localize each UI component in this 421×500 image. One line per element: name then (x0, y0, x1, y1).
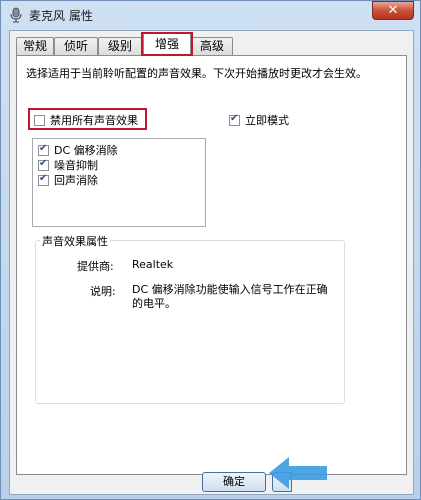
immediate-mode-checkbox[interactable]: 立即模式 (229, 112, 289, 128)
checkbox-icon (34, 115, 45, 126)
pointer-arrow-icon (269, 457, 327, 489)
tab-general[interactable]: 常规 (16, 37, 54, 55)
checked-icon (38, 143, 49, 156)
effect-echo-cancellation[interactable]: 回声消除 (38, 172, 98, 188)
enhancements-panel: 选择适用于当前聆听配置的声音效果。下次开始播放时更改才会生效。 禁用所有声音效果… (16, 55, 407, 475)
close-icon: ✕ (387, 3, 399, 18)
tab-enhancements[interactable]: 增强 (143, 33, 191, 56)
effect-noise-suppression[interactable]: 噪音抑制 (38, 157, 98, 173)
description-text: 选择适用于当前聆听配置的声音效果。下次开始播放时更改才会生效。 (26, 67, 367, 80)
checked-icon (38, 173, 49, 186)
explanation-label: 说明: (90, 285, 116, 298)
effect-dc-offset[interactable]: DC 偏移消除 (38, 142, 118, 158)
tab-listen[interactable]: 侦听 (54, 37, 98, 55)
close-button[interactable]: ✕ (372, 1, 414, 20)
group-title: 声音效果属性 (40, 233, 110, 249)
properties-window: 麦克风 属性 ✕ 常规 侦听 级别 增强 高级 选择适用于当前聆听配置的声音效果… (0, 0, 421, 500)
provider-label: 提供商: (77, 260, 114, 273)
tab-advanced[interactable]: 高级 (191, 37, 233, 55)
checked-icon (38, 158, 49, 171)
effects-list: DC 偏移消除 噪音抑制 回声消除 (32, 138, 206, 227)
tab-levels[interactable]: 级别 (98, 37, 142, 55)
client-area: 常规 侦听 级别 增强 高级 选择适用于当前聆听配置的声音效果。下次开始播放时更… (9, 30, 414, 495)
checked-icon (229, 113, 240, 126)
provider-value: Realtek (132, 258, 174, 271)
immediate-mode-label: 立即模式 (245, 114, 289, 127)
window-title: 麦克风 属性 (29, 9, 93, 23)
ok-button[interactable]: 确定 (202, 472, 266, 492)
microphone-icon (10, 7, 22, 23)
effect-properties-group: 声音效果属性 提供商: Realtek 说明: DC 偏移消除功能使输入信号工作… (35, 233, 345, 404)
disable-all-effects-label: 禁用所有声音效果 (50, 114, 138, 127)
explanation-value: DC 偏移消除功能使输入信号工作在正确的电平。 (132, 283, 328, 310)
title-bar[interactable]: 麦克风 属性 ✕ (1, 1, 421, 28)
disable-all-effects-checkbox[interactable]: 禁用所有声音效果 (34, 112, 138, 128)
